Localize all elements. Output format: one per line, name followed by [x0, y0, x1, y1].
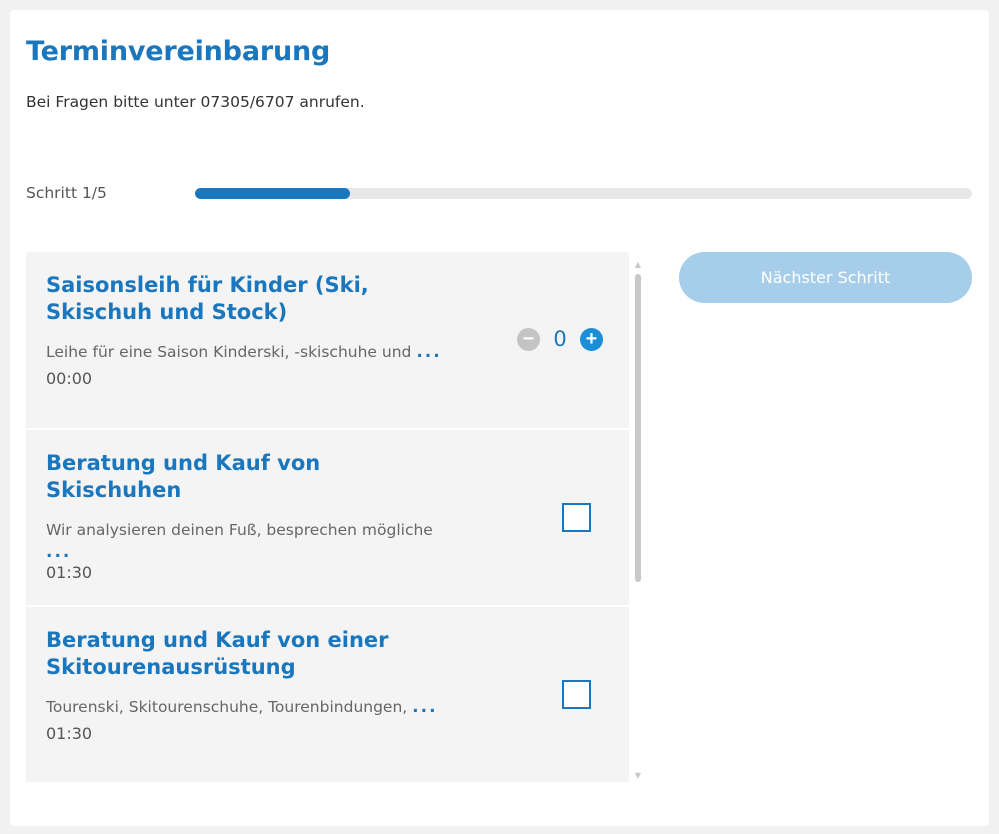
scroll-thumb[interactable] — [635, 274, 641, 582]
more-link[interactable]: ... — [46, 542, 71, 562]
service-duration: 01:30 — [46, 724, 93, 743]
service-title: Saisonsleih für Kinder (Ski, Skischuh un… — [46, 273, 369, 324]
service-checkbox[interactable] — [562, 680, 591, 709]
more-link[interactable]: ... — [412, 697, 437, 717]
scroll-up-icon[interactable]: ▲ — [633, 260, 643, 269]
service-item: Beratung und Kauf von einer Skitourenaus… — [26, 607, 629, 784]
booking-card: Terminvereinbarung Bei Fragen bitte unte… — [10, 10, 989, 826]
service-title: Beratung und Kauf von Skischuhen — [46, 451, 321, 502]
contact-hint: Bei Fragen bitte unter 07305/6707 anrufe… — [26, 93, 365, 111]
scroll-down-icon[interactable]: ▼ — [633, 771, 643, 780]
quantity-stepper: − 0 + — [517, 327, 603, 351]
next-step-button[interactable]: Nächster Schritt — [679, 252, 972, 303]
service-description: Leihe für eine Saison Kinderski, -skisch… — [46, 342, 442, 362]
increase-button[interactable]: + — [580, 327, 603, 351]
list-scrollbar[interactable]: ▲ ▼ — [633, 260, 643, 780]
more-link[interactable]: ... — [416, 342, 441, 362]
service-checkbox[interactable] — [562, 503, 591, 532]
service-duration: 00:00 — [46, 369, 93, 388]
quantity-value: 0 — [553, 327, 567, 351]
step-label: Schritt 1/5 — [26, 184, 107, 202]
progress-fill — [195, 188, 351, 199]
service-list: Saisonsleih für Kinder (Ski, Skischuh un… — [26, 252, 629, 788]
service-description: Wir analysieren deinen Fuß, besprechen m… — [46, 521, 433, 562]
service-duration: 01:30 — [46, 563, 93, 582]
service-description: Tourenski, Skitourenschuhe, Tourenbindun… — [46, 697, 438, 717]
page-title: Terminvereinbarung — [26, 36, 331, 67]
decrease-button[interactable]: − — [517, 327, 540, 351]
service-title: Beratung und Kauf von einer Skitourenaus… — [46, 628, 389, 679]
service-item: Beratung und Kauf von Skischuhen Wir ana… — [26, 430, 629, 607]
service-item: Saisonsleih für Kinder (Ski, Skischuh un… — [26, 252, 629, 430]
progress-bar — [195, 188, 972, 199]
